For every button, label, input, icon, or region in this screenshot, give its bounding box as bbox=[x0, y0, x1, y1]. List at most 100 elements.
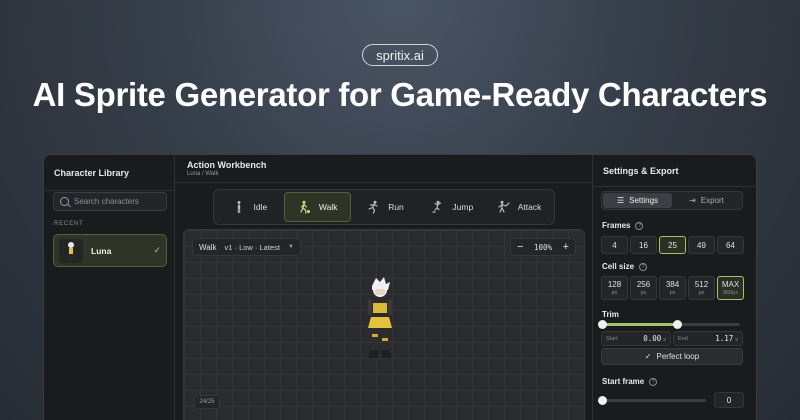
export-icon: ⇥ bbox=[689, 196, 696, 205]
trim-start-label: Start bbox=[606, 335, 618, 342]
character-thumbnail-icon bbox=[68, 241, 74, 260]
character-item-luna[interactable]: Luna ✓ bbox=[53, 234, 167, 267]
trim-end-handle[interactable] bbox=[672, 320, 682, 329]
perfect-loop-label: Perfect loop bbox=[656, 352, 700, 361]
brand-badge: spritix.ai bbox=[362, 44, 438, 66]
character-name: Luna bbox=[91, 245, 112, 256]
action-label: Idle bbox=[253, 202, 268, 212]
settings-tabs: ☰ Settings ⇥ Export bbox=[601, 191, 743, 210]
help-icon[interactable]: ? bbox=[635, 221, 644, 230]
start-frame-label-text: Start frame bbox=[602, 377, 645, 386]
search-input[interactable] bbox=[74, 197, 164, 206]
trim-start-unit: s bbox=[663, 337, 666, 343]
cell-size-option[interactable]: 256 px bbox=[630, 276, 657, 300]
frames-label: Frames ? bbox=[602, 221, 644, 230]
help-icon[interactable]: ? bbox=[639, 262, 648, 271]
hero-title: AI Sprite Generator for Game-Ready Chara… bbox=[32, 76, 768, 113]
trim-end-unit: s bbox=[735, 337, 738, 343]
tab-settings-label: Settings bbox=[629, 196, 659, 205]
tab-settings[interactable]: ☰ Settings bbox=[603, 193, 672, 208]
trim-slider-fill bbox=[602, 323, 677, 326]
frames-option[interactable]: 4 bbox=[601, 236, 628, 254]
cell-size-value: 512 bbox=[694, 280, 709, 289]
zoom-in-button[interactable]: + bbox=[563, 241, 569, 253]
zoom-control: − 100% + bbox=[510, 238, 576, 256]
run-icon bbox=[368, 200, 378, 214]
cell-size-option[interactable]: 384 px bbox=[659, 276, 686, 300]
trim-label-text: Trim bbox=[602, 310, 619, 319]
trim-label: Trim bbox=[602, 310, 619, 319]
action-label: Jump bbox=[452, 202, 474, 212]
action-button-attack[interactable]: Attack bbox=[486, 192, 551, 222]
cell-size-value: MAX bbox=[721, 280, 740, 289]
frames-option[interactable]: 64 bbox=[717, 236, 744, 254]
help-icon[interactable]: ? bbox=[649, 377, 658, 386]
frames-label-text: Frames bbox=[602, 221, 631, 230]
character-library-panel: Character Library RECENT Luna ✓ bbox=[44, 155, 175, 420]
zoom-level: 100% bbox=[533, 242, 553, 252]
app-window: Character Library RECENT Luna ✓ Action W… bbox=[43, 154, 757, 420]
cell-size-options: 128 px 256 px 384 px 512 px MAX 960px bbox=[601, 276, 744, 300]
frames-option-selected[interactable]: 25 bbox=[659, 236, 686, 254]
cell-size-unit: 960px bbox=[723, 290, 738, 296]
start-frame-slider[interactable] bbox=[598, 396, 706, 405]
library-title: Character Library bbox=[54, 167, 130, 178]
cell-size-option[interactable]: 512 px bbox=[688, 276, 715, 300]
check-icon: ✓ bbox=[153, 245, 161, 255]
search-box[interactable] bbox=[53, 192, 167, 211]
action-button-idle[interactable]: Idle bbox=[217, 192, 282, 222]
action-label: Run bbox=[388, 202, 404, 212]
tab-export[interactable]: ⇥ Export bbox=[672, 193, 741, 208]
action-button-walk[interactable]: Walk bbox=[283, 192, 351, 222]
action-bar: Idle Walk Run Jump Attack bbox=[213, 189, 555, 225]
workbench-title: Action Workbench bbox=[187, 160, 267, 170]
action-button-run[interactable]: Run bbox=[353, 192, 418, 222]
jump-icon bbox=[432, 200, 442, 213]
walk-icon bbox=[300, 200, 310, 214]
frames-option[interactable]: 16 bbox=[630, 236, 657, 254]
zoom-out-button[interactable]: − bbox=[517, 241, 523, 253]
trim-start-value: 0.00 bbox=[643, 334, 662, 343]
trim-end-label: End bbox=[678, 335, 688, 342]
trim-start-handle[interactable] bbox=[598, 320, 607, 329]
frames-option[interactable]: 49 bbox=[688, 236, 715, 254]
frames-options: 4 16 25 49 64 bbox=[601, 236, 744, 254]
cell-size-value: 384 bbox=[665, 280, 680, 289]
section-label-recent: RECENT bbox=[54, 221, 84, 227]
cell-size-label: Cell size ? bbox=[602, 262, 648, 271]
trim-end-value: 1.17 bbox=[715, 334, 734, 343]
cell-size-unit: px bbox=[698, 290, 705, 296]
action-button-jump[interactable]: Jump bbox=[419, 192, 484, 222]
action-label: Attack bbox=[517, 202, 542, 212]
clip-version: v1 · Low · Latest bbox=[224, 242, 280, 252]
tab-export-label: Export bbox=[700, 196, 724, 205]
cell-size-option-selected[interactable]: MAX 960px bbox=[717, 276, 744, 300]
clip-name: Walk bbox=[199, 242, 217, 252]
settings-title: Settings & Export bbox=[603, 165, 679, 176]
trim-end-field[interactable]: End 1.17 s bbox=[673, 331, 743, 346]
cell-size-value: 256 bbox=[636, 280, 651, 289]
start-frame-input[interactable]: 0 bbox=[714, 392, 744, 408]
search-icon bbox=[60, 197, 69, 206]
frame-counter: 24/25 bbox=[194, 395, 220, 409]
settings-export-panel: Settings & Export ☰ Settings ⇥ Export Fr… bbox=[593, 155, 756, 420]
clip-selector[interactable]: Walk v1 · Low · Latest ▼ bbox=[192, 238, 301, 256]
perfect-loop-button[interactable]: ✓ Perfect loop bbox=[601, 348, 743, 365]
start-frame-label: Start frame ? bbox=[602, 377, 658, 386]
sliders-icon: ☰ bbox=[616, 196, 625, 205]
idle-icon bbox=[237, 201, 241, 213]
character-sprite bbox=[368, 277, 392, 358]
preview-canvas[interactable]: Walk v1 · Low · Latest ▼ − 100% + 24/25 bbox=[183, 229, 585, 420]
check-icon: ✓ bbox=[644, 352, 652, 361]
character-thumbnail bbox=[59, 238, 83, 263]
cell-size-label-text: Cell size bbox=[602, 262, 635, 271]
trim-start-field[interactable]: Start 0.00 s bbox=[601, 331, 671, 346]
trim-slider[interactable] bbox=[598, 320, 740, 329]
cell-size-option[interactable]: 128 px bbox=[601, 276, 628, 300]
cell-size-unit: px bbox=[640, 290, 647, 296]
breadcrumb: Luna / Walk bbox=[187, 171, 219, 177]
start-frame-handle[interactable] bbox=[598, 396, 607, 405]
attack-icon bbox=[498, 200, 510, 213]
action-workbench-panel: Action Workbench Luna / Walk Idle Walk R… bbox=[175, 155, 593, 420]
cell-size-value: 128 bbox=[607, 280, 622, 289]
